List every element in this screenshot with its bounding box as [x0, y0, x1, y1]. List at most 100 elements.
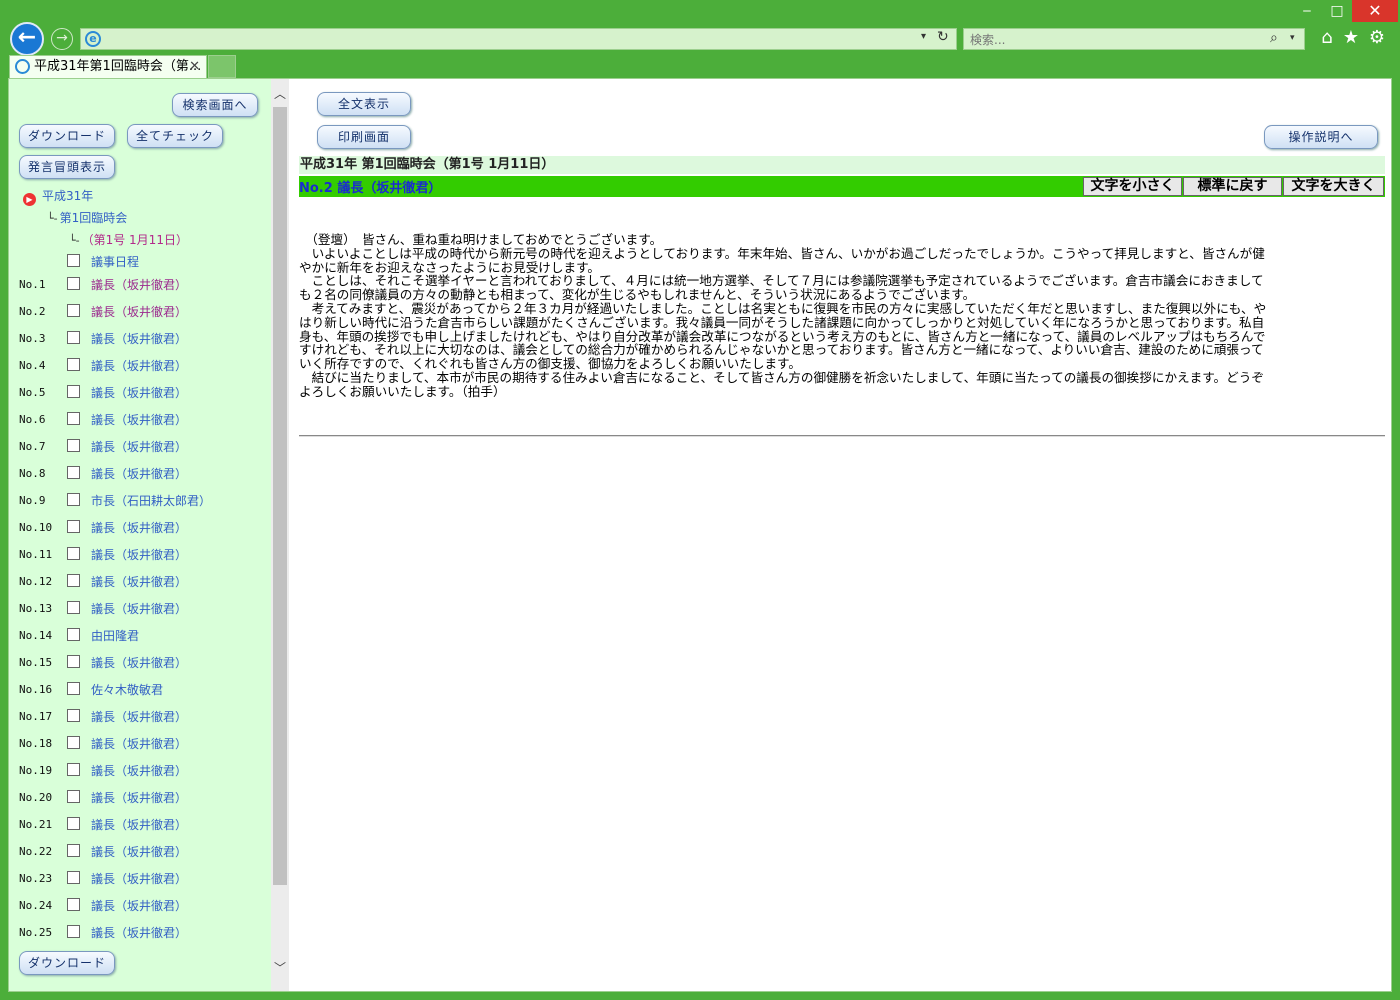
row-checkbox[interactable] [67, 898, 80, 911]
row-checkbox[interactable] [67, 628, 80, 641]
speaker-link[interactable]: 議長（坂井徹君） [91, 600, 187, 617]
row-checkbox[interactable] [67, 871, 80, 884]
speaker-bar: No.2 議長（坂井徹君） 文字を小さく 標準に戻す 文字を大きく [299, 176, 1385, 197]
speaker-link[interactable]: 議長（坂井徹君） [91, 573, 187, 590]
speaker-row: No.6 議長（坂井徹君） [19, 411, 269, 429]
speaker-link[interactable]: 議長（坂井徹君） [91, 330, 187, 347]
address-dropdown-icon[interactable]: ▾ [921, 31, 926, 42]
download-bottom-button[interactable]: ダウンロード [19, 951, 115, 975]
close-window-button[interactable]: ✕ [1352, 0, 1398, 22]
search-screen-button[interactable]: 検索画面へ [172, 93, 258, 117]
speaker-link[interactable]: 議長（坂井徹君） [91, 816, 187, 833]
speaker-link[interactable]: 議長（坂井徹君） [91, 708, 187, 725]
speaker-link[interactable]: 議長（坂井徹君） [91, 870, 187, 887]
tree-session[interactable]: └- 第1回臨時会 [47, 209, 127, 226]
row-checkbox[interactable] [67, 466, 80, 479]
agenda-checkbox[interactable] [67, 254, 80, 267]
left-scrollbar[interactable]: ︿ ﹀ [271, 79, 289, 991]
browser-tab[interactable]: 平成31年第1回臨時会（第... ✕ [9, 55, 207, 78]
speaker-row: No.20 議長（坂井徹君） [19, 789, 269, 807]
row-checkbox[interactable] [67, 358, 80, 371]
maximize-button[interactable]: □ [1322, 0, 1352, 22]
speaker-name: No.2 議長（坂井徹君） [299, 181, 442, 196]
download-button[interactable]: ダウンロード [19, 124, 115, 148]
speaker-link[interactable]: 佐々木敬敏君 [91, 681, 163, 698]
home-icon[interactable]: ⌂ [1316, 27, 1338, 48]
agenda-link[interactable]: 議事日程 [91, 253, 139, 270]
font-smaller-button[interactable]: 文字を小さく [1083, 177, 1182, 196]
row-checkbox[interactable] [67, 655, 80, 668]
new-tab-button[interactable] [208, 55, 236, 78]
transcript-pane: 全文表示 印刷画面 操作説明へ 平成31年 第1回臨時会（第1号 1月11日） … [289, 79, 1391, 991]
search-box[interactable]: ⌕ ▾ [963, 28, 1305, 50]
row-checkbox[interactable] [67, 844, 80, 857]
tree-year[interactable]: ▶ 平成31年 [23, 187, 93, 206]
row-checkbox[interactable] [67, 817, 80, 830]
show-opening-button[interactable]: 発言冒頭表示 [19, 155, 115, 179]
font-reset-button[interactable]: 標準に戻す [1183, 177, 1282, 196]
row-number: No.16 [19, 683, 53, 696]
tree-session-label[interactable]: 第1回臨時会 [60, 211, 128, 225]
speaker-link[interactable]: 市長（石田耕太郎君） [91, 492, 211, 509]
row-checkbox[interactable] [67, 790, 80, 803]
speaker-link[interactable]: 由田隆君 [91, 627, 139, 644]
speaker-link[interactable]: 議長（坂井徹君） [91, 654, 187, 671]
row-checkbox[interactable] [67, 763, 80, 776]
minimize-button[interactable]: ‒ [1292, 0, 1322, 22]
tree-sitting[interactable]: └- （第1号 1月11日） [69, 231, 188, 248]
search-icon[interactable]: ⌕ [1270, 30, 1278, 46]
check-all-button[interactable]: 全てチェック [127, 124, 223, 148]
scroll-down-icon[interactable]: ﹀ [271, 959, 289, 976]
forward-button[interactable]: → [51, 28, 73, 50]
speaker-link[interactable]: 議長（坂井徹君） [91, 438, 187, 455]
speaker-link[interactable]: 議長（坂井徹君） [91, 735, 187, 752]
row-checkbox[interactable] [67, 709, 80, 722]
row-checkbox[interactable] [67, 682, 80, 695]
speaker-link[interactable]: 議長（坂井徹君） [91, 789, 187, 806]
font-larger-button[interactable]: 文字を大きく [1283, 177, 1384, 196]
address-bar[interactable]: e ▾ ↻ [80, 28, 957, 50]
row-checkbox[interactable] [67, 277, 80, 290]
speaker-link[interactable]: 議長（坂井徹君） [91, 411, 187, 428]
speaker-link[interactable]: 議長（坂井徹君） [91, 843, 187, 860]
row-checkbox[interactable] [67, 547, 80, 560]
row-checkbox[interactable] [67, 493, 80, 506]
speaker-row: No.16 佐々木敬敏君 [19, 681, 269, 699]
row-checkbox[interactable] [67, 520, 80, 533]
speaker-link[interactable]: 議長（坂井徹君） [91, 924, 187, 941]
print-screen-button[interactable]: 印刷画面 [317, 125, 411, 149]
speaker-link[interactable]: 議長（坂井徹君） [91, 897, 187, 914]
speaker-link[interactable]: 議長（坂井徹君） [91, 357, 187, 374]
back-button[interactable]: ← [10, 22, 44, 56]
full-text-button[interactable]: 全文表示 [317, 92, 411, 116]
tree-year-label[interactable]: 平成31年 [42, 189, 93, 203]
speaker-row: No.24 議長（坂井徹君） [19, 897, 269, 915]
row-checkbox[interactable] [67, 331, 80, 344]
row-checkbox[interactable] [67, 385, 80, 398]
tab-close-icon[interactable]: ✕ [189, 56, 200, 78]
speaker-link[interactable]: 議長（坂井徹君） [91, 465, 187, 482]
tree-sitting-label[interactable]: （第1号 1月11日） [82, 233, 188, 247]
row-checkbox[interactable] [67, 601, 80, 614]
speaker-link[interactable]: 議長（坂井徹君） [91, 519, 187, 536]
favorites-star-icon[interactable]: ★ [1340, 27, 1362, 48]
refresh-icon[interactable]: ↻ [937, 29, 949, 45]
row-checkbox[interactable] [67, 925, 80, 938]
row-checkbox[interactable] [67, 304, 80, 317]
speaker-link[interactable]: 議長（坂井徹君） [91, 762, 187, 779]
speaker-link[interactable]: 議長（坂井徹君） [91, 384, 187, 401]
row-checkbox[interactable] [67, 574, 80, 587]
scrollbar-thumb[interactable] [273, 107, 287, 885]
search-input[interactable] [964, 30, 1254, 50]
search-dropdown-icon[interactable]: ▾ [1290, 33, 1295, 43]
row-checkbox[interactable] [67, 439, 80, 452]
speaker-link[interactable]: 議長（坂井徹君） [91, 546, 187, 563]
gear-icon[interactable]: ⚙ [1366, 27, 1388, 48]
speaker-row: No.25 議長（坂井徹君） [19, 924, 269, 942]
speaker-link[interactable]: 議長（坂井徹君） [91, 276, 187, 293]
row-checkbox[interactable] [67, 736, 80, 749]
speaker-link[interactable]: 議長（坂井徹君） [91, 303, 187, 320]
row-checkbox[interactable] [67, 412, 80, 425]
scroll-up-icon[interactable]: ︿ [271, 85, 289, 102]
help-button[interactable]: 操作説明へ [1264, 125, 1378, 149]
